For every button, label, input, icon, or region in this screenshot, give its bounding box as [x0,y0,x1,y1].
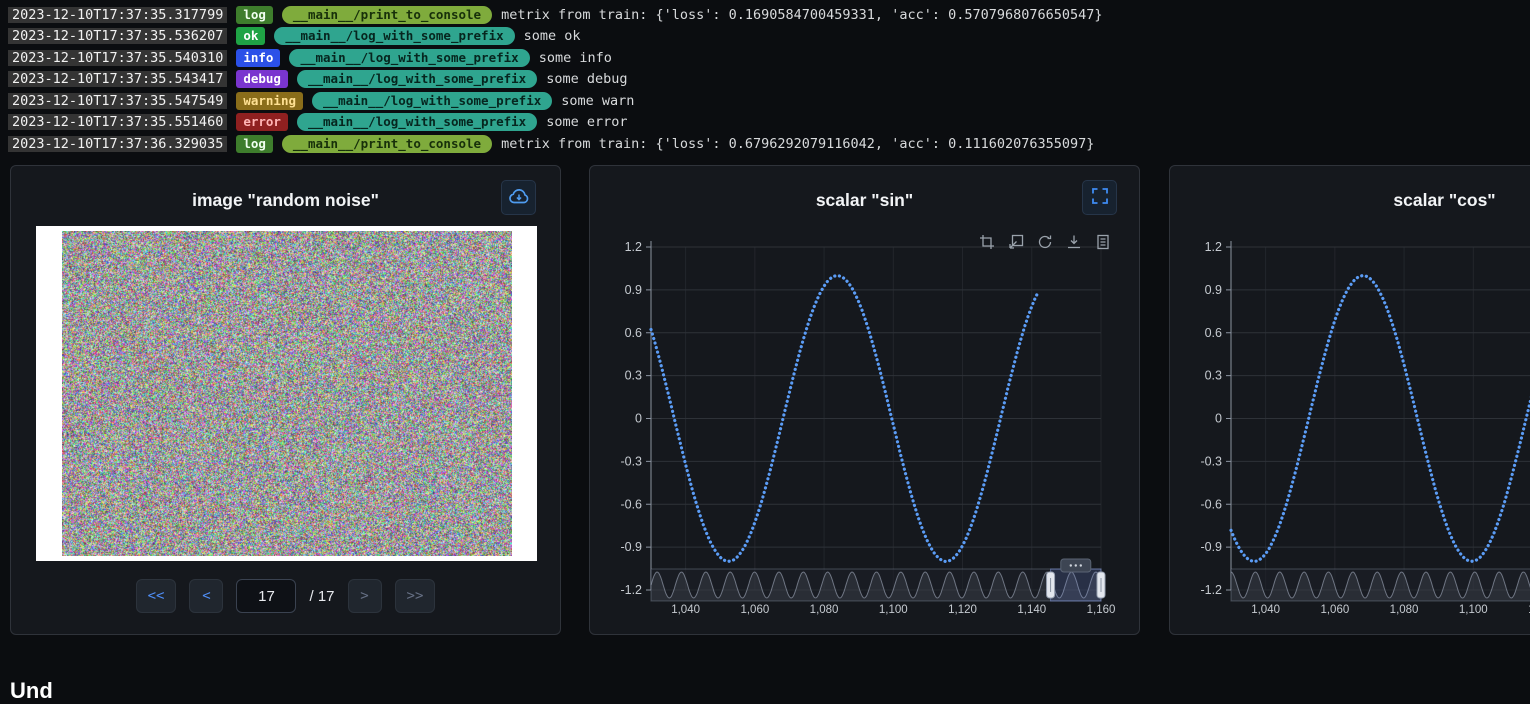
svg-text:-1.2: -1.2 [620,583,642,597]
log-line: 2023-12-10T17:37:35.551460 error __main__/… [8,112,1530,134]
svg-text:0.3: 0.3 [1205,369,1222,383]
last-page-button[interactable]: >> [395,579,436,613]
logger-badge: __main__/print_to_console [282,135,492,153]
logger-badge: __main__/log_with_some_prefix [274,27,514,45]
svg-text:-0.9: -0.9 [620,540,642,554]
prev-page-button[interactable]: < [189,579,223,613]
svg-text:-0.3: -0.3 [620,454,642,468]
svg-text:-0.6: -0.6 [1200,497,1222,511]
log-message: metrix from train: {'loss': 0.6796292079… [501,136,1094,152]
log-message: some debug [546,71,627,87]
svg-text:1,060: 1,060 [1320,604,1349,616]
svg-text:0.9: 0.9 [625,283,642,297]
log-level-badge: warning [236,92,303,110]
svg-text:-0.3: -0.3 [1200,454,1222,468]
log-timestamp: 2023-12-10T17:37:36.329035 [8,136,227,152]
log-timestamp: 2023-12-10T17:37:35.547549 [8,93,227,109]
log-line: 2023-12-10T17:37:35.536207 ok __main__/log… [8,26,1530,48]
svg-text:0.6: 0.6 [625,326,642,340]
sin-toolbox [979,234,1111,250]
fullscreen-icon [1091,187,1109,208]
svg-text:0: 0 [1215,412,1222,426]
cos-chart[interactable]: 1.2 0.9 0.6 0.3 0 -0.3 -0.6 -0.9 -1.2 1,040 1,060 1… [1170,166,1530,636]
log-level-badge: error [236,113,288,131]
datazoom-window[interactable] [1051,569,1101,601]
first-page-button[interactable]: << [136,579,177,613]
log-level-badge: info [236,49,280,67]
svg-text:-1.2: -1.2 [1200,583,1222,597]
log-message: metrix from train: {'loss': 0.1690584700… [501,7,1102,23]
log-line: 2023-12-10T17:37:35.543417 debug __main__/… [8,69,1530,91]
image-pagination: << < / 17 > >> [11,579,560,613]
box-zoom-icon[interactable] [979,234,995,250]
footer-heading: Und [10,678,53,704]
sin-fullscreen-button[interactable] [1082,180,1117,215]
log-message: some info [539,50,612,66]
save-image-icon[interactable] [1066,234,1082,250]
cos-card-title: scalar "cos" [1170,190,1530,211]
log-level-badge: log [236,6,273,24]
svg-text:1,060: 1,060 [740,604,769,616]
log-level-badge: ok [236,27,265,45]
log-line: 2023-12-10T17:37:35.547549 warning __main_… [8,90,1530,112]
svg-text:0.9: 0.9 [1205,283,1222,297]
log-line: 2023-12-10T17:37:35.317799 log __main__/pr… [8,4,1530,26]
svg-text:1,080: 1,080 [810,604,839,616]
sin-card-title: scalar "sin" [590,190,1139,211]
image-card: image "random noise" << < / 17 > >> [10,165,561,635]
log-console: 2023-12-10T17:37:35.317799 log __main__/pr… [0,0,1530,158]
log-timestamp: 2023-12-10T17:37:35.543417 [8,71,227,87]
cloud-download-icon [508,188,530,208]
image-frame [36,226,537,561]
log-timestamp: 2023-12-10T17:37:35.536207 [8,28,227,44]
svg-text:0: 0 [635,412,642,426]
log-level-badge: log [236,135,273,153]
log-timestamp: 2023-12-10T17:37:35.551460 [8,114,227,130]
log-line: 2023-12-10T17:37:35.540310 info __main__/l… [8,47,1530,69]
log-line: 2023-12-10T17:37:36.329035 log __main__/pr… [8,133,1530,155]
svg-text:1.2: 1.2 [1205,240,1222,254]
svg-text:1,160: 1,160 [1087,604,1116,616]
logger-badge: __main__/log_with_some_prefix [289,49,529,67]
log-message: some error [546,114,627,130]
image-card-title: image "random noise" [11,190,560,211]
sin-card: 1.2 0.9 0.6 0.3 0 -0.3 -0.6 -0.9 -1.2 1,040 1,060 1… [589,165,1140,635]
cos-card: 1.2 0.9 0.6 0.3 0 -0.3 -0.6 -0.9 -1.2 1,040 1,060 1… [1169,165,1530,635]
page-total: / 17 [309,588,334,605]
svg-text:1,080: 1,080 [1390,604,1419,616]
svg-text:1,040: 1,040 [1251,604,1280,616]
zoom-back-icon[interactable] [1008,234,1024,250]
logger-badge: __main__/print_to_console [282,6,492,24]
svg-text:1.2: 1.2 [625,240,642,254]
svg-text:1,100: 1,100 [1459,604,1488,616]
svg-text:0.3: 0.3 [625,369,642,383]
image-download-button[interactable] [501,180,536,215]
log-timestamp: 2023-12-10T17:37:35.317799 [8,7,227,23]
svg-text:0.6: 0.6 [1205,326,1222,340]
logger-badge: __main__/log_with_some_prefix [297,113,537,131]
noise-image [62,231,512,556]
svg-text:1,120: 1,120 [948,604,977,616]
logger-badge: __main__/log_with_some_prefix [297,70,537,88]
svg-text:-0.9: -0.9 [1200,540,1222,554]
page-input[interactable] [236,579,296,613]
svg-text:1,140: 1,140 [1017,604,1046,616]
restore-icon[interactable] [1037,234,1053,250]
log-message: some ok [524,28,581,44]
data-view-icon[interactable] [1095,234,1111,250]
svg-text:1,100: 1,100 [879,604,908,616]
log-message: some warn [561,93,634,109]
svg-text:-0.6: -0.6 [620,497,642,511]
log-timestamp: 2023-12-10T17:37:35.540310 [8,50,227,66]
logger-badge: __main__/log_with_some_prefix [312,92,552,110]
log-level-badge: debug [236,70,288,88]
next-page-button[interactable]: > [348,579,382,613]
svg-text:1,040: 1,040 [671,604,700,616]
